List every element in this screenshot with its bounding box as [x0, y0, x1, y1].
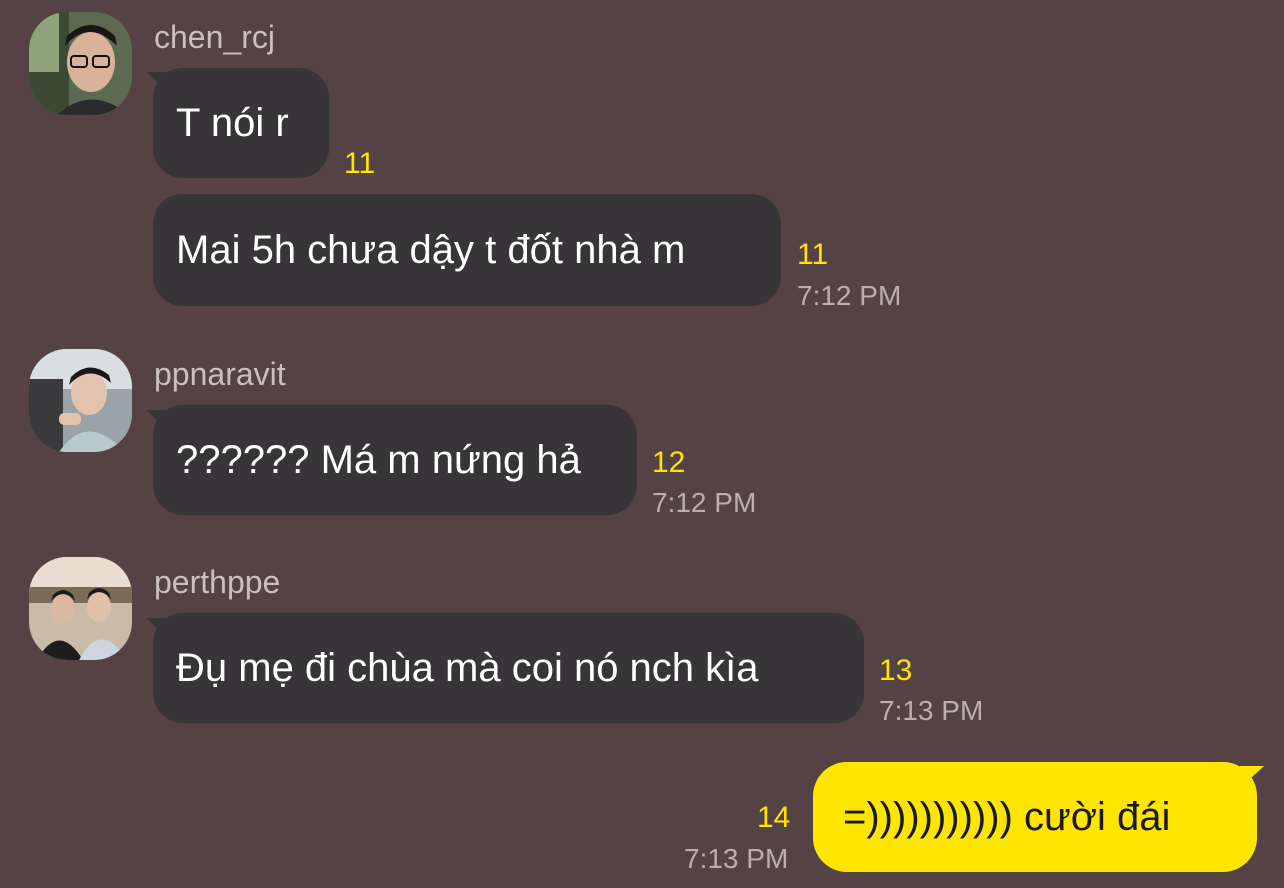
message-text: =))))))))))) cười đái [843, 794, 1171, 839]
message-bubble[interactable]: Đụ mẹ đi chùa mà coi nó nch kìa [153, 613, 864, 723]
avatar-perthppe[interactable] [29, 557, 132, 660]
unread-count: 11 [344, 147, 376, 180]
avatar-ppnaravit[interactable] [29, 349, 132, 452]
message-text: Đụ mẹ đi chùa mà coi nó nch kìa [176, 646, 759, 690]
message-text: T nói r [176, 101, 289, 145]
message-text: ?????? Má m nứng hả [176, 438, 581, 482]
user-photo-avatar-icon [29, 557, 132, 660]
my-message-bubble[interactable]: =))))))))))) cười đái [813, 762, 1257, 872]
message-bubble[interactable]: Mai 5h chưa dậy t đốt nhà m [153, 194, 781, 306]
message-timestamp: 7:13 PM [879, 695, 984, 726]
message-timestamp: 7:13 PM [684, 843, 789, 874]
sender-name: chen_rcj [154, 19, 275, 55]
unread-count: 14 [757, 801, 791, 834]
unread-count: 12 [652, 446, 686, 479]
user-photo-avatar-icon [29, 349, 132, 452]
message-timestamp: 7:12 PM [797, 280, 902, 311]
message-timestamp: 7:12 PM [652, 487, 757, 518]
unread-count: 11 [797, 238, 829, 271]
avatar-chen-rcj[interactable] [29, 12, 132, 115]
sender-name: ppnaravit [154, 356, 286, 392]
sender-name: perthppe [154, 564, 281, 600]
message-text: Mai 5h chưa dậy t đốt nhà m [176, 228, 686, 272]
message-bubble[interactable]: ?????? Má m nứng hả [153, 405, 637, 515]
user-photo-avatar-icon [29, 12, 132, 115]
unread-count: 13 [879, 654, 913, 687]
message-bubble[interactable]: T nói r [153, 68, 329, 178]
